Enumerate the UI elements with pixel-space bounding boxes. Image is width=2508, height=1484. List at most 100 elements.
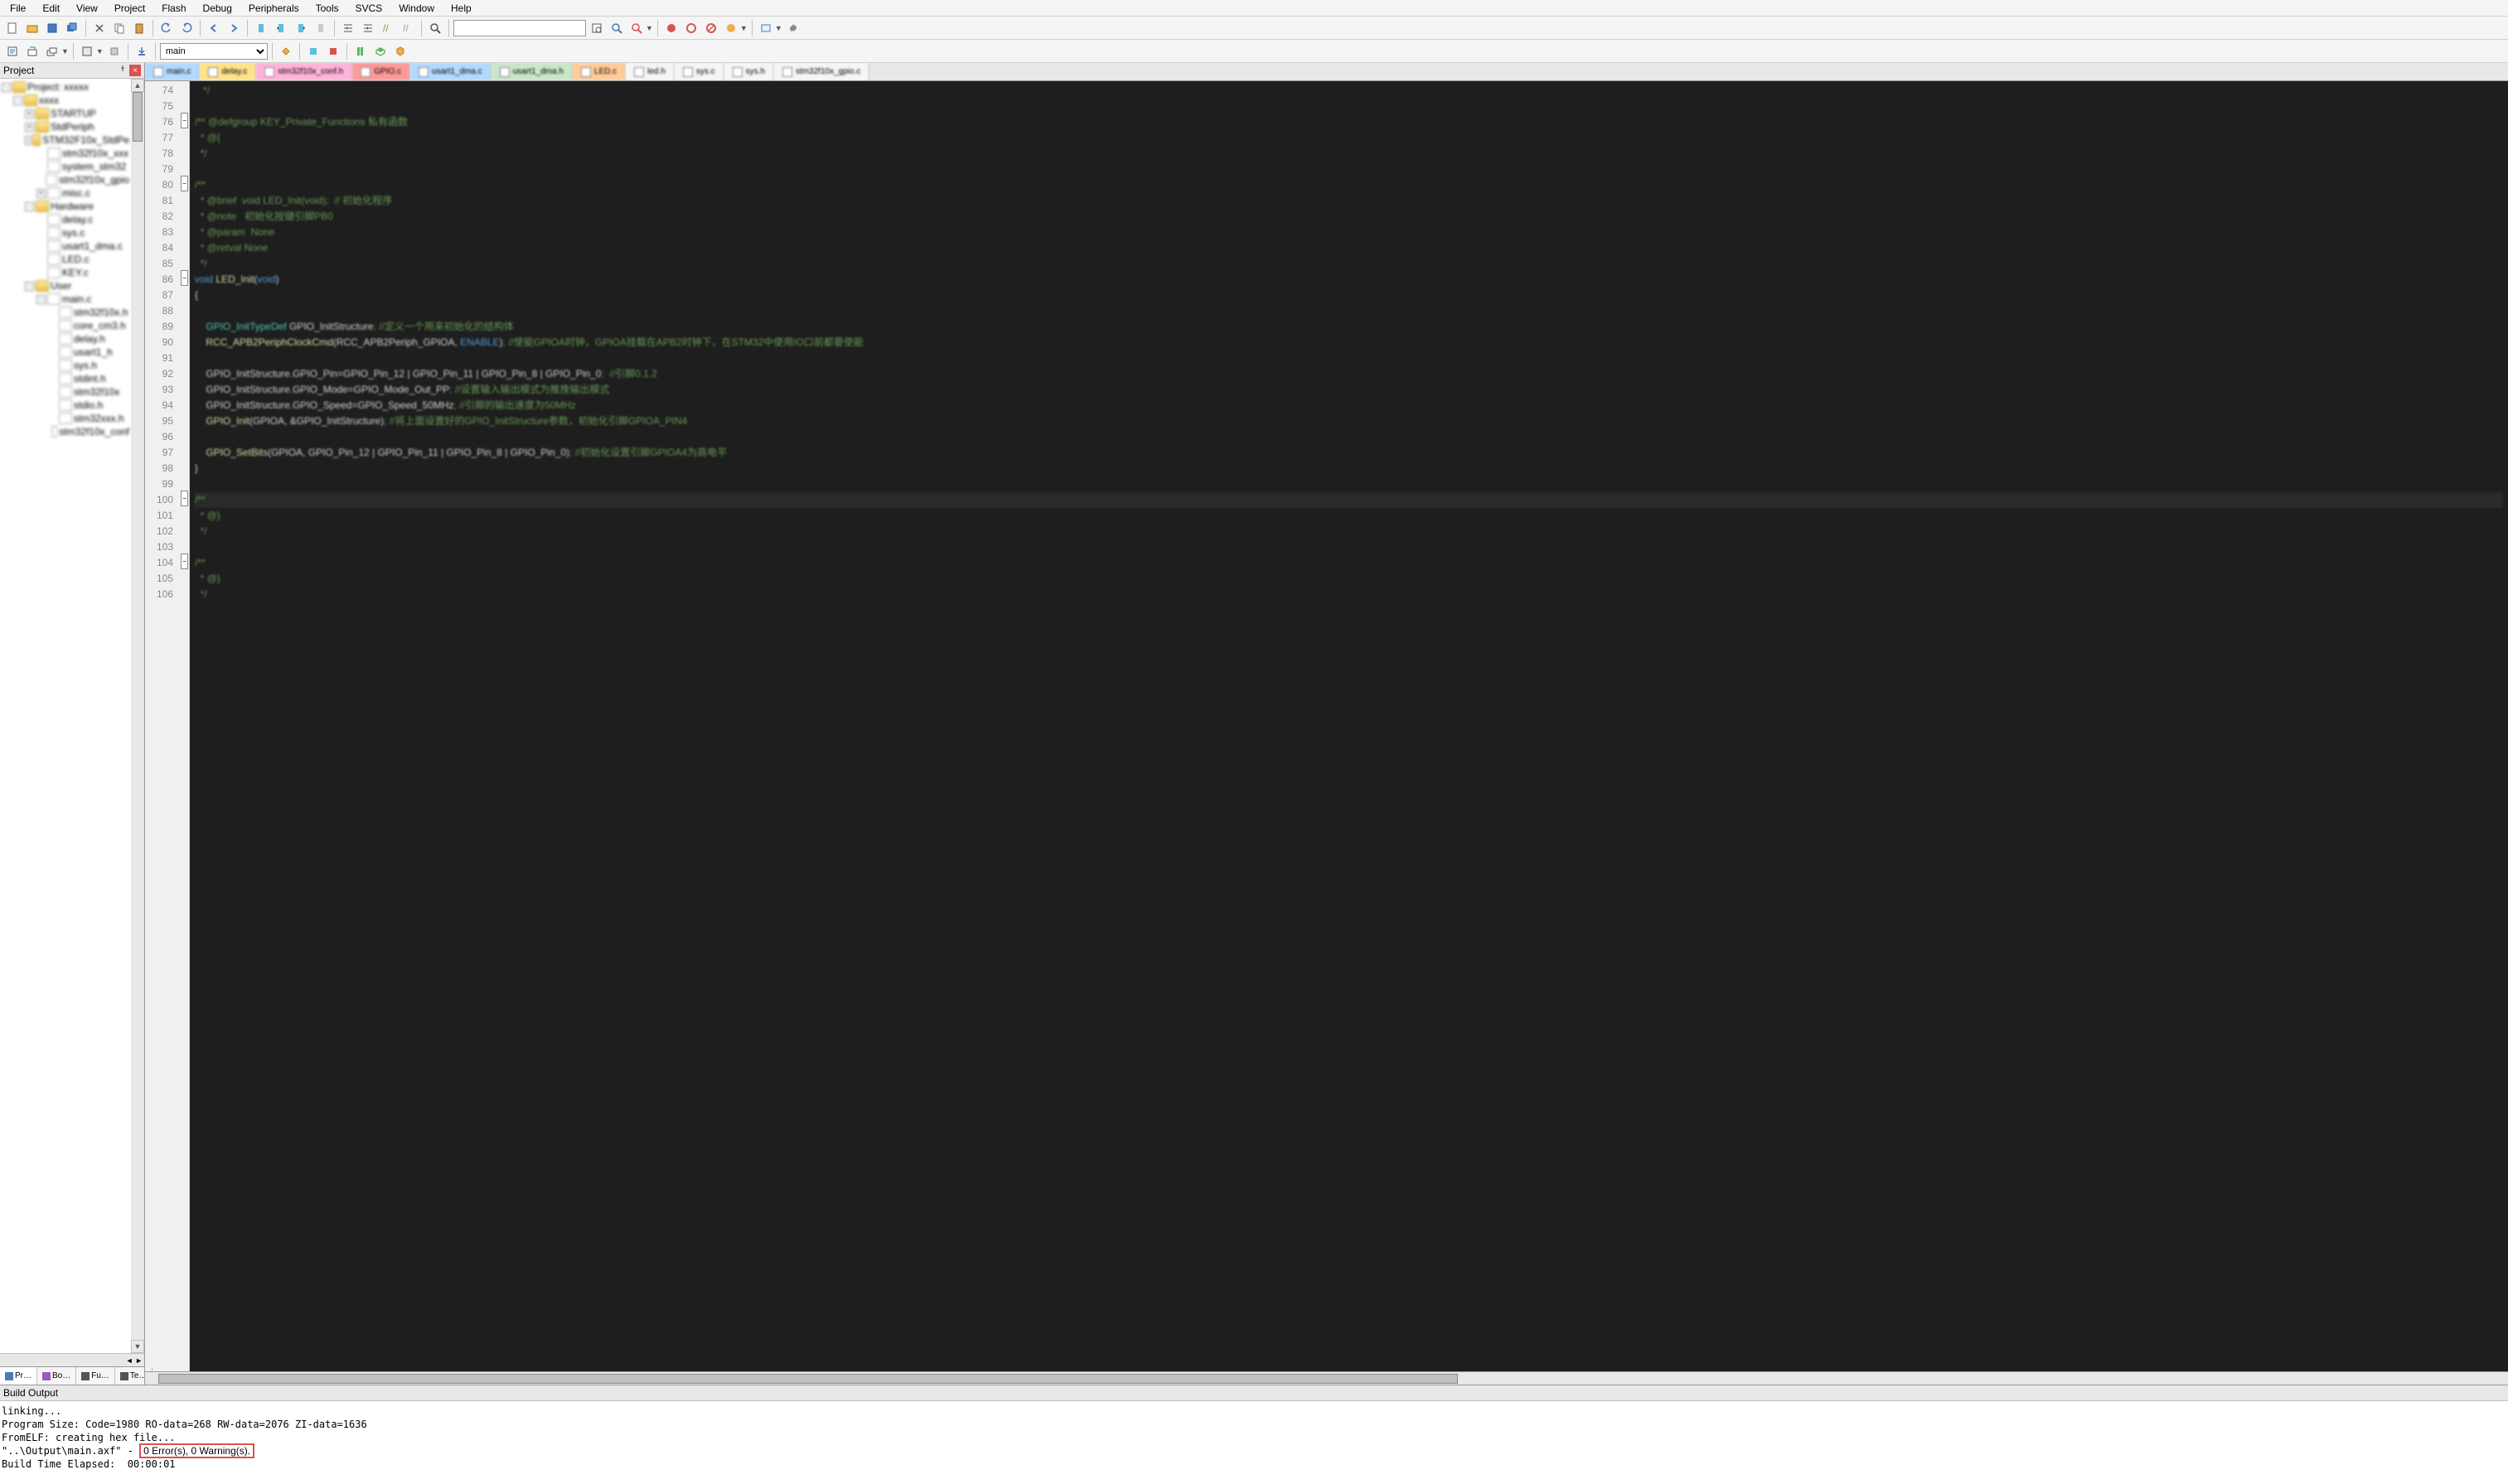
tree-item[interactable]: stdint.h xyxy=(2,372,129,385)
window-button[interactable] xyxy=(757,19,775,37)
tree-item[interactable]: stm32f10x_conf xyxy=(2,425,129,438)
dropdown-icon[interactable]: ▼ xyxy=(740,24,748,32)
save-button[interactable] xyxy=(43,19,61,37)
menu-view[interactable]: View xyxy=(68,1,106,16)
tree-item[interactable]: stm32xxx.h xyxy=(2,412,129,425)
indent-button[interactable] xyxy=(339,19,357,37)
pin-icon[interactable] xyxy=(118,65,128,75)
project-hscroll[interactable]: ◄ ► xyxy=(0,1353,144,1366)
nav-back-button[interactable] xyxy=(205,19,223,37)
tree-item[interactable]: +STARTUP xyxy=(2,107,129,120)
file-tab[interactable]: usart1_dma.c xyxy=(410,63,491,80)
file-tab[interactable]: delay.c xyxy=(200,63,256,80)
open-file-button[interactable] xyxy=(23,19,41,37)
project-scrollbar[interactable]: ▲ ▼ xyxy=(131,79,144,1353)
close-icon[interactable]: × xyxy=(129,65,141,76)
code-content[interactable]: */ /** @defgroup KEY_Private_Functions 私… xyxy=(190,81,2508,1371)
file-tab[interactable]: LED.c xyxy=(573,63,626,80)
debug-start-button[interactable] xyxy=(662,19,680,37)
tree-item[interactable]: -Project: xxxxx xyxy=(2,80,129,94)
tree-item[interactable]: stdio.h xyxy=(2,399,129,412)
tree-item[interactable]: -Hardware xyxy=(2,200,129,213)
breakpoint-kill-button[interactable] xyxy=(722,19,740,37)
tree-item[interactable]: sys.h xyxy=(2,359,129,372)
new-file-button[interactable] xyxy=(3,19,22,37)
tree-item[interactable]: usart1_h xyxy=(2,346,129,359)
rte-button[interactable] xyxy=(391,42,409,60)
tree-item[interactable]: system_stm32 xyxy=(2,160,129,173)
menu-svcs[interactable]: SVCS xyxy=(347,1,391,16)
menu-project[interactable]: Project xyxy=(106,1,153,16)
undo-button[interactable] xyxy=(157,19,176,37)
tree-item[interactable]: -main.c xyxy=(2,292,129,306)
project-tree[interactable]: -Project: xxxxx-xxxx+STARTUP+StdPeriph-S… xyxy=(0,79,131,1353)
tree-item[interactable]: delay.h xyxy=(2,332,129,346)
comment-button[interactable]: // xyxy=(379,19,397,37)
tree-item[interactable]: +StdPeriph xyxy=(2,120,129,133)
file-tab[interactable]: led.h xyxy=(626,63,675,80)
tree-item[interactable]: delay.c xyxy=(2,213,129,226)
tree-item[interactable]: -xxxx xyxy=(2,94,129,107)
breakpoint-button[interactable] xyxy=(682,19,700,37)
menu-window[interactable]: Window xyxy=(390,1,443,16)
project-tab[interactable]: Bo… xyxy=(37,1367,76,1385)
uncomment-button[interactable]: // xyxy=(399,19,417,37)
tree-item[interactable]: usart1_dma.c xyxy=(2,239,129,253)
tree-item[interactable]: stm32f10x_gpio xyxy=(2,173,129,186)
tree-item[interactable]: LED.c xyxy=(2,253,129,266)
tree-item[interactable]: +misc.c xyxy=(2,186,129,200)
tree-item[interactable]: stm32f10x xyxy=(2,385,129,399)
menu-tools[interactable]: Tools xyxy=(307,1,347,16)
tree-item[interactable]: -STM32F10x_StdPe xyxy=(2,133,129,147)
project-tab[interactable]: Pr… xyxy=(0,1367,37,1385)
file-tab[interactable]: GPIO.c xyxy=(352,63,410,80)
config-button[interactable] xyxy=(784,19,802,37)
menu-file[interactable]: File xyxy=(2,1,34,16)
rebuild-button[interactable] xyxy=(43,42,61,60)
file-tab[interactable]: stm32f10x_gpio.c xyxy=(774,63,869,80)
menu-debug[interactable]: Debug xyxy=(195,1,240,16)
file-tab[interactable]: stm32f10x_conf.h xyxy=(256,63,352,80)
menu-help[interactable]: Help xyxy=(443,1,480,16)
stop-build-button[interactable] xyxy=(105,42,123,60)
find-in-files-button[interactable] xyxy=(588,19,606,37)
paste-button[interactable] xyxy=(130,19,148,37)
file-ext-button[interactable] xyxy=(304,42,322,60)
menu-peripherals[interactable]: Peripherals xyxy=(240,1,307,16)
tree-item[interactable]: stm32f10x.h xyxy=(2,306,129,319)
build-output-body[interactable]: linking... Program Size: Code=1980 RO-da… xyxy=(0,1401,2508,1484)
tree-item[interactable]: core_cm3.h xyxy=(2,319,129,332)
download-button[interactable] xyxy=(133,42,151,60)
breakpoint-disable-button[interactable] xyxy=(702,19,720,37)
zoom-button[interactable] xyxy=(627,19,646,37)
tree-item[interactable]: KEY.c xyxy=(2,266,129,279)
tree-item[interactable]: -User xyxy=(2,279,129,292)
redo-button[interactable] xyxy=(177,19,196,37)
tree-item[interactable]: stm32f10x_xxx xyxy=(2,147,129,160)
cut-button[interactable] xyxy=(90,19,109,37)
tree-item[interactable]: sys.c xyxy=(2,226,129,239)
nav-forward-button[interactable] xyxy=(225,19,243,37)
bookmark-next-button[interactable] xyxy=(292,19,310,37)
find-input[interactable] xyxy=(453,20,586,36)
dropdown-icon[interactable]: ▼ xyxy=(96,47,104,56)
file-tab[interactable]: usart1_dma.h xyxy=(491,63,573,80)
file-tab[interactable]: sys.c xyxy=(675,63,724,80)
target-select[interactable]: main xyxy=(160,43,268,60)
manage-button[interactable] xyxy=(324,42,342,60)
books-button[interactable] xyxy=(351,42,370,60)
bookmark-clear-button[interactable] xyxy=(312,19,330,37)
bookmark-prev-button[interactable] xyxy=(272,19,290,37)
find-button[interactable] xyxy=(426,19,444,37)
translate-button[interactable] xyxy=(3,42,22,60)
pack-button[interactable] xyxy=(371,42,390,60)
dropdown-icon[interactable]: ▼ xyxy=(646,24,653,32)
outdent-button[interactable] xyxy=(359,19,377,37)
batch-build-button[interactable] xyxy=(78,42,96,60)
project-tab[interactable]: Fu… xyxy=(76,1367,115,1385)
dropdown-icon[interactable]: ▼ xyxy=(775,24,782,32)
incremental-find-button[interactable] xyxy=(608,19,626,37)
code-scroll[interactable]: 7475767778798081828384858687888990919293… xyxy=(145,81,2508,1371)
fold-column[interactable]: −−−−− xyxy=(180,81,190,1371)
bookmark-button[interactable] xyxy=(252,19,270,37)
